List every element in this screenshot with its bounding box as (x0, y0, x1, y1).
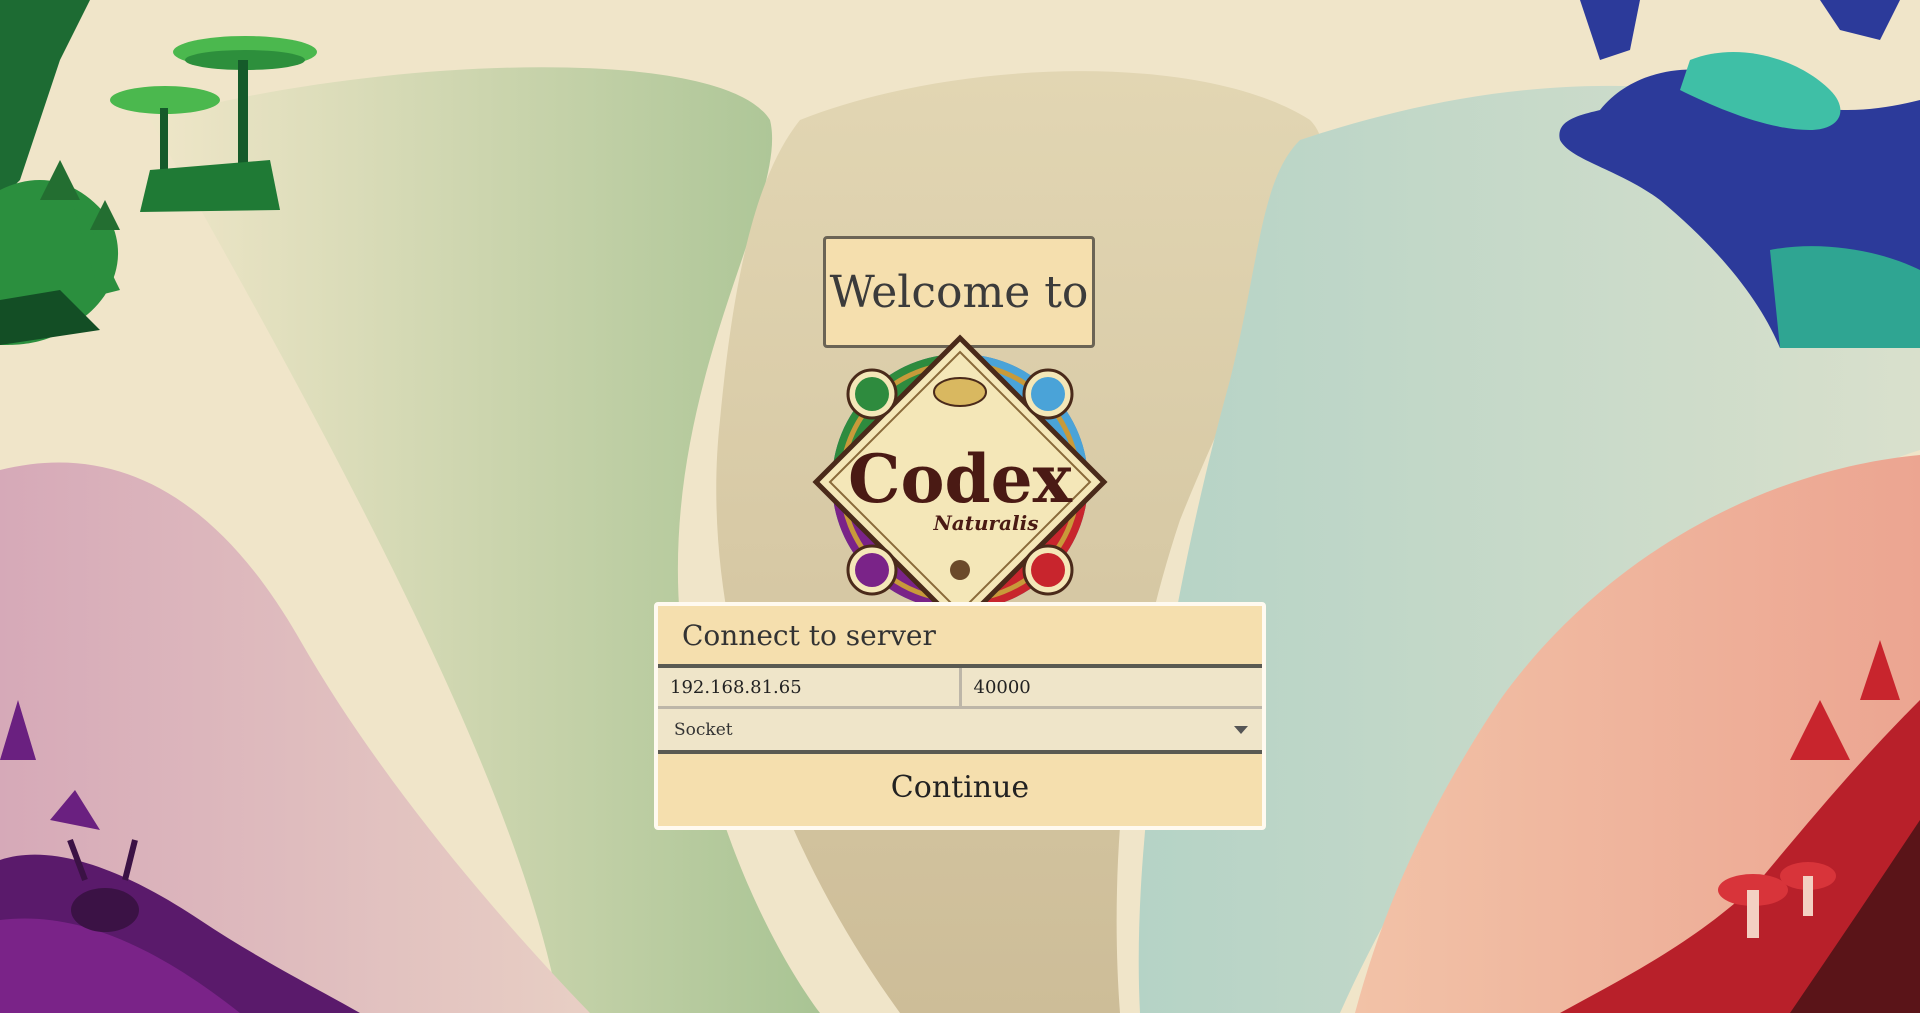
continue-button[interactable]: Continue (658, 754, 1262, 820)
chevron-down-icon (1234, 725, 1248, 734)
connection-type-value: Socket (674, 719, 733, 740)
logo-title: Codex (848, 440, 1073, 518)
welcome-text: Welcome to (829, 266, 1089, 318)
connect-panel: Connect to server Socket Continue (654, 602, 1266, 830)
logo-subtitle: Naturalis (933, 511, 1039, 535)
codex-naturalis-logo: Codex Naturalis (812, 334, 1108, 630)
port-input[interactable] (961, 668, 1262, 706)
connect-panel-title: Connect to server (658, 606, 1262, 668)
ip-address-input[interactable] (658, 668, 962, 706)
address-row (658, 668, 1262, 709)
connection-type-select[interactable]: Socket (658, 709, 1262, 754)
